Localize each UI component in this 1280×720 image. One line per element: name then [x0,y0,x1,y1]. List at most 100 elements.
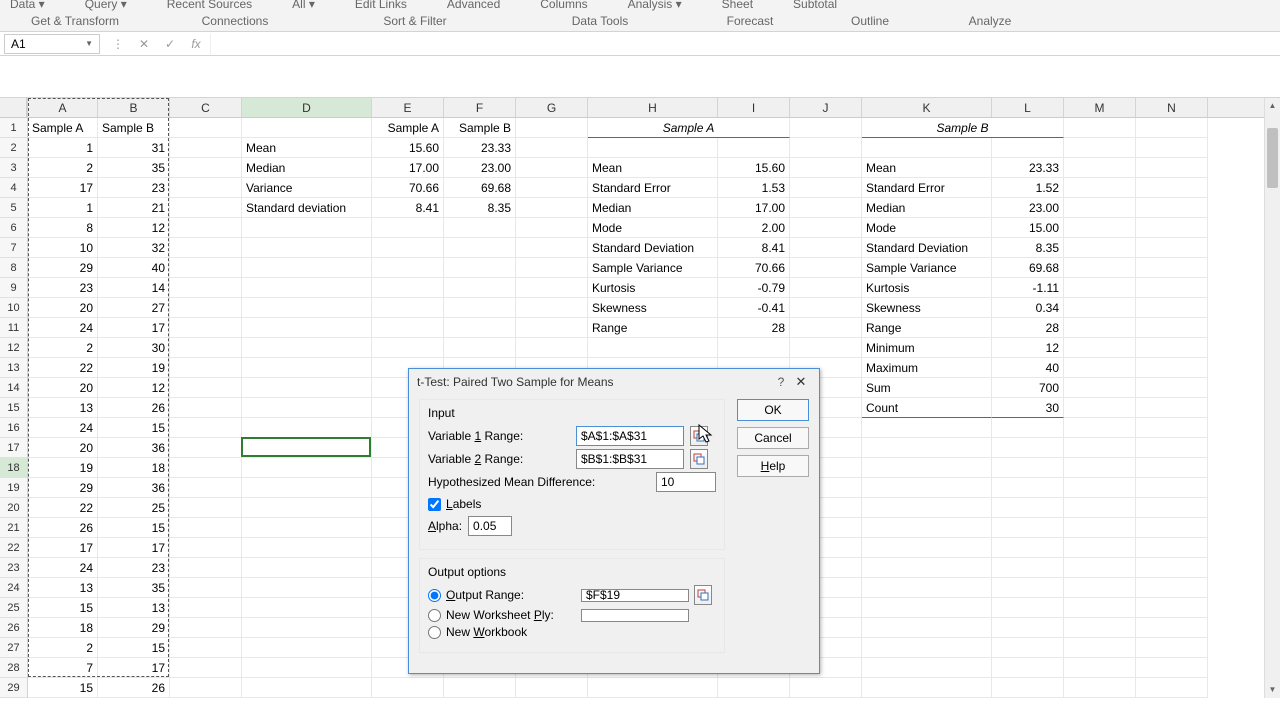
row-header[interactable]: 13 [0,358,27,378]
cell[interactable]: Sample A [28,118,98,138]
cell[interactable] [1064,618,1136,638]
cell[interactable]: 35 [98,158,170,178]
cell[interactable] [1064,598,1136,618]
cell[interactable]: 23 [98,558,170,578]
cell[interactable] [170,158,242,178]
row-header[interactable]: 11 [0,318,27,338]
cell[interactable]: 22 [28,498,98,518]
cell[interactable]: Sample A [588,118,790,138]
cell[interactable] [862,558,992,578]
cell[interactable]: 8.35 [992,238,1064,258]
cell[interactable] [1064,438,1136,458]
cell[interactable] [1136,158,1208,178]
dialog-titlebar[interactable]: t-Test: Paired Two Sample for Means ? ✕ [409,369,819,395]
cell[interactable]: 36 [98,438,170,458]
cell[interactable] [1136,578,1208,598]
cell[interactable]: 29 [98,618,170,638]
cell[interactable] [242,238,372,258]
cell[interactable]: 7 [28,658,98,678]
cell[interactable] [170,218,242,238]
cell[interactable]: 32 [98,238,170,258]
cell[interactable] [242,558,372,578]
cell[interactable]: 1 [28,138,98,158]
cell[interactable] [992,598,1064,618]
ribbon-item[interactable]: Sheet [722,0,753,11]
cell[interactable] [242,118,372,138]
row-header[interactable]: 29 [0,678,27,698]
cell[interactable] [170,498,242,518]
cell[interactable]: 35 [98,578,170,598]
cell[interactable] [1136,598,1208,618]
cell[interactable]: 25 [98,498,170,518]
formula-input[interactable] [210,34,1280,54]
ribbon-item[interactable]: Analysis ▾ [628,0,682,11]
cell[interactable] [242,658,372,678]
cell[interactable] [170,338,242,358]
cell[interactable] [862,478,992,498]
cell[interactable]: Sample A [372,118,444,138]
cell[interactable]: 2 [28,338,98,358]
cell[interactable]: -0.79 [718,278,790,298]
cell[interactable]: 10 [28,238,98,258]
cell[interactable]: 8.41 [718,238,790,258]
cell[interactable] [790,278,862,298]
cell[interactable]: 17.00 [372,158,444,178]
cell[interactable] [170,438,242,458]
cell[interactable] [862,638,992,658]
cell[interactable]: 15.60 [372,138,444,158]
cell[interactable]: 13 [28,398,98,418]
cell[interactable] [992,638,1064,658]
cell[interactable] [516,338,588,358]
scroll-thumb[interactable] [1267,128,1278,188]
cell[interactable] [992,558,1064,578]
hypo-mean-input[interactable] [656,472,716,492]
cell[interactable] [372,218,444,238]
row-header[interactable]: 12 [0,338,27,358]
ribbon-item[interactable]: Recent Sources [167,0,252,11]
col-header[interactable]: K [862,98,992,117]
cell[interactable] [170,518,242,538]
cell[interactable] [992,538,1064,558]
cell[interactable]: 2 [28,638,98,658]
cell[interactable]: Skewness [862,298,992,318]
cell[interactable] [1064,318,1136,338]
cell[interactable] [1064,538,1136,558]
cell[interactable]: 36 [98,478,170,498]
cell[interactable] [1136,318,1208,338]
col-header[interactable]: B [98,98,170,117]
cell[interactable]: 2 [28,158,98,178]
cell[interactable]: 20 [28,378,98,398]
cell[interactable]: 13 [98,598,170,618]
cell[interactable] [170,378,242,398]
cell[interactable] [242,498,372,518]
cell[interactable] [1136,418,1208,438]
cell[interactable]: 23.33 [444,138,516,158]
cell[interactable] [1064,358,1136,378]
cell[interactable] [516,218,588,238]
cell[interactable]: 17 [28,538,98,558]
cell[interactable]: 15.00 [992,218,1064,238]
vertical-scrollbar[interactable]: ▲ ▼ [1264,98,1280,698]
row-header[interactable]: 15 [0,398,27,418]
row-header[interactable]: 6 [0,218,27,238]
cell[interactable] [1064,238,1136,258]
cell[interactable] [242,618,372,638]
cell[interactable] [790,178,862,198]
cell[interactable] [170,318,242,338]
cell[interactable] [992,458,1064,478]
cell[interactable] [170,598,242,618]
cell[interactable]: 28 [992,318,1064,338]
col-header[interactable]: I [718,98,790,117]
scroll-down-icon[interactable]: ▼ [1265,682,1280,698]
cell[interactable]: 15 [28,598,98,618]
cell[interactable] [1064,678,1136,698]
cell[interactable] [790,218,862,238]
cell[interactable]: 30 [992,398,1064,418]
col-header[interactable]: L [992,98,1064,117]
output-range-picker[interactable] [694,585,712,605]
cell[interactable]: 28 [718,318,790,338]
cell[interactable]: 26 [98,398,170,418]
cell[interactable]: 17 [98,318,170,338]
cell[interactable] [170,138,242,158]
cell[interactable]: 13 [28,578,98,598]
